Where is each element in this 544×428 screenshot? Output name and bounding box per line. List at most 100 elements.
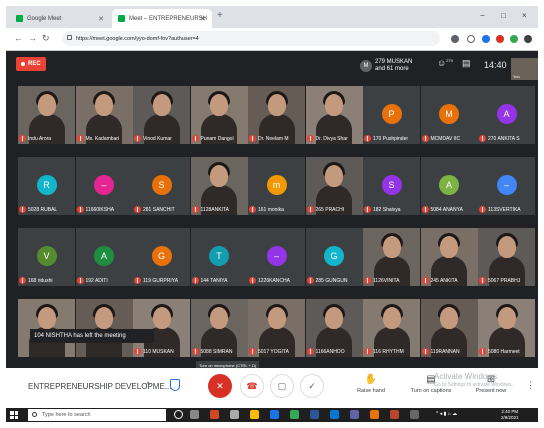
raise-hand-button[interactable]: ✋ Raise hand [346,374,396,394]
reload-icon[interactable]: ↻ [42,33,50,44]
participant-video-tile[interactable]: 5088 SIMRAN [190,299,248,357]
participant-video-tile[interactable]: 5080 Harmeet [478,299,535,357]
participant-avatar-tile[interactable]: A 5084 ANANYA [420,157,478,215]
microphone-toggle-button[interactable]: ✕ [208,374,232,398]
participant-name-label: 1226KANCHA [249,277,304,284]
mail-icon[interactable] [330,410,339,419]
camera-permission-icon[interactable] [451,35,459,43]
new-tab-button[interactable]: + [217,10,223,21]
participant-avatar-tile[interactable]: T 144 TANIYA [190,228,248,286]
chrome-icon[interactable] [250,410,259,419]
close-window-button[interactable]: × [522,11,527,20]
participant-avatar-tile[interactable]: M MCMDAV IIC [420,86,478,144]
participant-video-tile[interactable]: 110 MUSKAN [133,299,190,357]
participant-video-tile[interactable]: Punam Dangol [190,86,248,144]
settings-gear-icon[interactable] [230,410,239,419]
participant-video-tile[interactable]: 5067 PRABHJ [478,228,535,286]
participant-video-tile[interactable]: Ms. Kadambari [75,86,133,144]
participant-face [440,236,458,258]
participant-name-label: 5017 YOGITA [249,348,304,355]
participant-name: MCMDAV IIC [430,135,461,142]
chat-icon[interactable]: ▤ [462,58,471,69]
excel-icon[interactable] [290,410,299,419]
edge-icon[interactable] [270,410,279,419]
taskbar-clock[interactable]: 2:40 PM 2/9/2021 [501,409,519,421]
participant-name: 5017 YOGITA [258,348,289,355]
extension-icon[interactable] [496,35,504,43]
participant-video-tile[interactable]: Dr. Divya Shar [305,86,363,144]
participant-avatar-tile[interactable]: G 285 GUNGUN [305,228,363,286]
participant-avatar-tile[interactable]: m 161 monika [248,157,305,215]
participant-video-tile[interactable]: 119RANNAN [420,299,478,357]
participant-face [37,94,56,116]
participant-name-label: 1128ANKITA [191,206,247,213]
participant-video-tile[interactable] [75,299,133,357]
participant-avatar-tile[interactable]: S 281 SANCHIT [133,157,190,215]
participant-video-tile[interactable]: Dr. Neelam M [248,86,305,144]
app-icon[interactable] [410,410,419,419]
participant-video-tile[interactable]: 116 RHYTHM [363,299,420,357]
mic-muted-icon [249,135,256,142]
participant-video-tile[interactable]: Vinod Kumar [133,86,190,144]
participant-video-tile[interactable]: Indu Arora [18,86,75,144]
participant-avatar-tile[interactable]: S 182 Shaivya [363,157,420,215]
participant-avatar-tile[interactable]: A 192 ADITI [75,228,133,286]
participant-video-tile[interactable]: 265 PRACHI [305,157,363,215]
participant-name-label: 119 GURPRIYA [134,277,189,284]
participant-avatar-tile[interactable]: – 11660IKSHA [75,157,133,215]
system-tray-icons[interactable]: ^ ◂ ▮ ⌂ ☁ [436,411,496,419]
participant-video-tile[interactable] [18,299,75,357]
participant-video-tile[interactable]: 245 ANKITA [420,228,478,286]
powerpoint-icon[interactable] [210,410,219,419]
minimize-button[interactable]: − [480,11,485,20]
participant-avatar-tile[interactable]: R 5028 RUBAL [18,157,75,215]
maximize-button[interactable]: □ [501,11,506,20]
forward-arrow-icon[interactable]: → [28,33,37,43]
participant-name-label: 116 RHYTHM [364,348,419,355]
shield-icon[interactable] [170,379,180,391]
word-icon[interactable] [310,410,319,419]
leave-call-button[interactable]: ☎ [240,374,264,398]
participant-name-label: 110 MUSKAN [134,348,189,355]
firefox-icon[interactable] [370,410,379,419]
participant-avatar-tile[interactable]: – 113SVERTIKA [478,157,535,215]
extension-check-button[interactable]: ✓ [300,374,324,398]
taskbar-search[interactable]: Type here to search [28,409,166,421]
camera-toggle-button[interactable]: ▢ [270,374,294,398]
participant-avatar-tile[interactable]: P 170 Pushpinder [363,86,420,144]
participant-avatar-tile[interactable]: A 270 ANKITA S [478,86,535,144]
task-view-icon[interactable] [190,410,199,419]
participant-video-tile[interactable]: 1166ANHOO [305,299,363,357]
tab-google-meet[interactable]: Google Meet ✕ [10,9,110,28]
taskbar-date: 2/9/2021 [501,415,519,420]
participant-video-tile[interactable]: 1128ANKITA [190,157,248,215]
star-icon[interactable] [467,35,475,43]
participant-avatar-tile[interactable]: V 168 ridushi [18,228,75,286]
cortana-icon[interactable] [174,410,183,419]
participant-avatar: M [360,60,372,72]
participant-avatar-tile[interactable]: G 119 GURPRIYA [133,228,190,286]
more-options-icon[interactable]: ⋮ [526,380,535,391]
teams-icon[interactable] [350,410,359,419]
people-icon[interactable]: ☺279 [437,58,453,68]
back-arrow-icon[interactable]: ← [14,33,23,43]
profile-avatar-icon[interactable] [524,35,532,43]
tab-close-icon[interactable]: ✕ [98,15,104,23]
tab-close-icon[interactable]: ✕ [200,15,206,23]
participant-video-tile[interactable]: 5017 YOGITA [248,299,305,357]
participant-name-label: 245 ANKITA [421,277,477,284]
app-icon[interactable] [390,410,399,419]
extension-icon[interactable] [482,35,490,43]
tab-meet-active[interactable]: Meet – ENTREPRENEURSH ✕ [112,9,212,28]
hand-icon: ✋ [364,374,378,385]
self-view[interactable]: You [511,58,538,80]
windows-start-icon[interactable] [10,411,18,419]
address-bar[interactable]: https://meet.google.com/yyo-domf-fov?aut… [62,31,440,46]
participants-summary[interactable]: M 279 MUSKAN and 61 more [360,56,412,76]
participant-video-tile[interactable]: 1126VINITA [363,228,420,286]
participant-initial-avatar: A [94,246,114,266]
extension-icon[interactable] [510,35,518,43]
participant-avatar-tile[interactable]: – 1226KANCHA [248,228,305,286]
chevron-up-icon[interactable]: ^ [146,380,150,390]
mic-muted-icon [306,277,314,284]
